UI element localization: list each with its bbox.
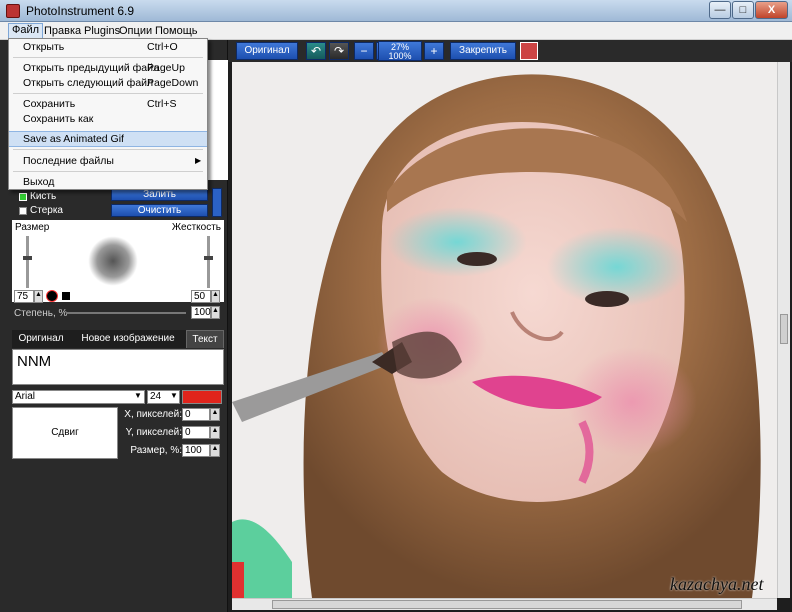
menu-edit[interactable]: Правка [41,24,84,38]
menu-save-animated-gif[interactable]: Save as Animated Gif [9,131,207,147]
hardness-slider-thumb[interactable] [204,256,213,260]
degree-stepper[interactable]: ▲ [211,306,220,319]
horizontal-scrollbar[interactable] [232,598,777,610]
menu-save-as[interactable]: Сохранить как [9,111,207,127]
degree-slider[interactable] [66,312,186,314]
hardness-value[interactable]: 50 [191,290,211,303]
tab-new-image[interactable]: Новое изображение [74,330,182,348]
mode-tabs: Оригинал Новое изображение Текст [12,330,224,348]
brush-radio[interactable] [19,193,27,201]
square-brush-icon[interactable] [61,291,71,301]
text-input[interactable]: NNM [12,349,224,385]
zoom-in-icon[interactable]: + [424,42,444,60]
tab-original[interactable]: Оригинал [12,330,70,348]
menu-help[interactable]: Помощь [152,24,201,38]
text-color-swatch[interactable] [182,390,222,404]
title-bar: PhotoInstrument 6.9 — □ X [0,0,792,22]
eraser-radio[interactable] [19,207,27,215]
minimize-button[interactable]: — [709,1,731,19]
brush-preview [88,236,138,286]
x-offset-field[interactable]: 0 [182,408,210,421]
tool-strip [208,60,228,180]
menu-exit[interactable]: Выход [9,174,207,190]
undo-icon[interactable]: ↶ [306,42,326,60]
vertical-scroll-thumb[interactable] [780,314,788,344]
font-select[interactable]: Arial [12,390,145,404]
shift-button[interactable]: Сдвиг [12,407,118,459]
zoom-out-icon[interactable]: − [354,42,374,60]
y-offset-stepper[interactable]: ▲ [210,426,220,439]
menu-separator [13,171,203,172]
clear-button[interactable]: Очистить [111,204,208,217]
watermark: kazachya.net [670,574,764,594]
hardness-label: Жесткость [171,222,221,233]
window-title: PhotoInstrument 6.9 [26,4,135,18]
size-stepper[interactable]: ▲ [34,290,43,303]
menu-options[interactable]: Опции [116,24,155,38]
selection-icon[interactable] [75,291,85,301]
vertical-scrollbar[interactable] [777,62,790,598]
file-menu-dropdown: Открыть Ctrl+O Открыть предыдущий файл Pag… [8,38,208,190]
maximize-button[interactable]: □ [732,1,754,19]
scale-label: Размер, %: [130,445,182,456]
brush-label: Кисть [30,191,57,202]
hardness-stepper[interactable]: ▲ [211,290,220,303]
x-offset-label: X, пикселей: [124,409,182,420]
menu-file[interactable]: Файл [8,23,44,39]
menu-separator [13,57,203,58]
brush-scroll[interactable] [212,188,222,217]
round-brush-icon[interactable] [46,290,58,302]
scale-stepper[interactable]: ▲ [210,444,220,457]
menu-separator [13,93,203,94]
portrait-icon[interactable] [520,42,538,60]
menu-open[interactable]: Открыть Ctrl+O [9,39,207,55]
scale-field[interactable]: 100 [182,444,210,457]
image-toolbar: Оригинал ↶ ↷ − 27% 100% + Закрепить [228,40,792,62]
original-button[interactable]: Оригинал [236,42,298,60]
font-size-dropdown-icon[interactable]: ▼ [170,391,178,400]
x-offset-stepper[interactable]: ▲ [210,408,220,421]
zoom-indicator: 27% 100% [378,41,422,61]
size-label: Размер [15,222,50,233]
size-slider[interactable] [23,236,32,288]
photo [232,62,777,598]
tab-text[interactable]: Текст [186,330,224,348]
redo-icon[interactable]: ↷ [329,42,349,60]
image-canvas[interactable]: kazachya.net [232,62,777,598]
hardness-slider[interactable] [204,236,213,288]
font-dropdown-icon[interactable]: ▼ [134,391,142,400]
menu-save[interactable]: Сохранить Ctrl+S [9,96,207,112]
y-offset-label: Y, пикселей: [125,427,182,438]
zoom-actual: 100% [388,51,412,61]
size-value[interactable]: 75 [14,290,34,303]
eraser-label: Стерка [30,205,63,216]
y-offset-field[interactable]: 0 [182,426,210,439]
menu-recent-files[interactable]: Последние файлы ▶ [9,153,207,169]
size-slider-thumb[interactable] [23,256,32,260]
menu-open-next[interactable]: Открыть следующий файл PageDown [9,75,207,91]
close-button[interactable]: X [755,1,788,19]
menu-open-previous[interactable]: Открыть предыдущий файл PageUp [9,60,207,76]
menu-separator [13,149,203,150]
horizontal-scroll-thumb[interactable] [272,600,742,609]
pin-button[interactable]: Закрепить [450,42,516,60]
degree-label: Степень, % [14,308,68,319]
app-icon [6,4,20,18]
degree-value[interactable]: 100 [191,306,211,319]
